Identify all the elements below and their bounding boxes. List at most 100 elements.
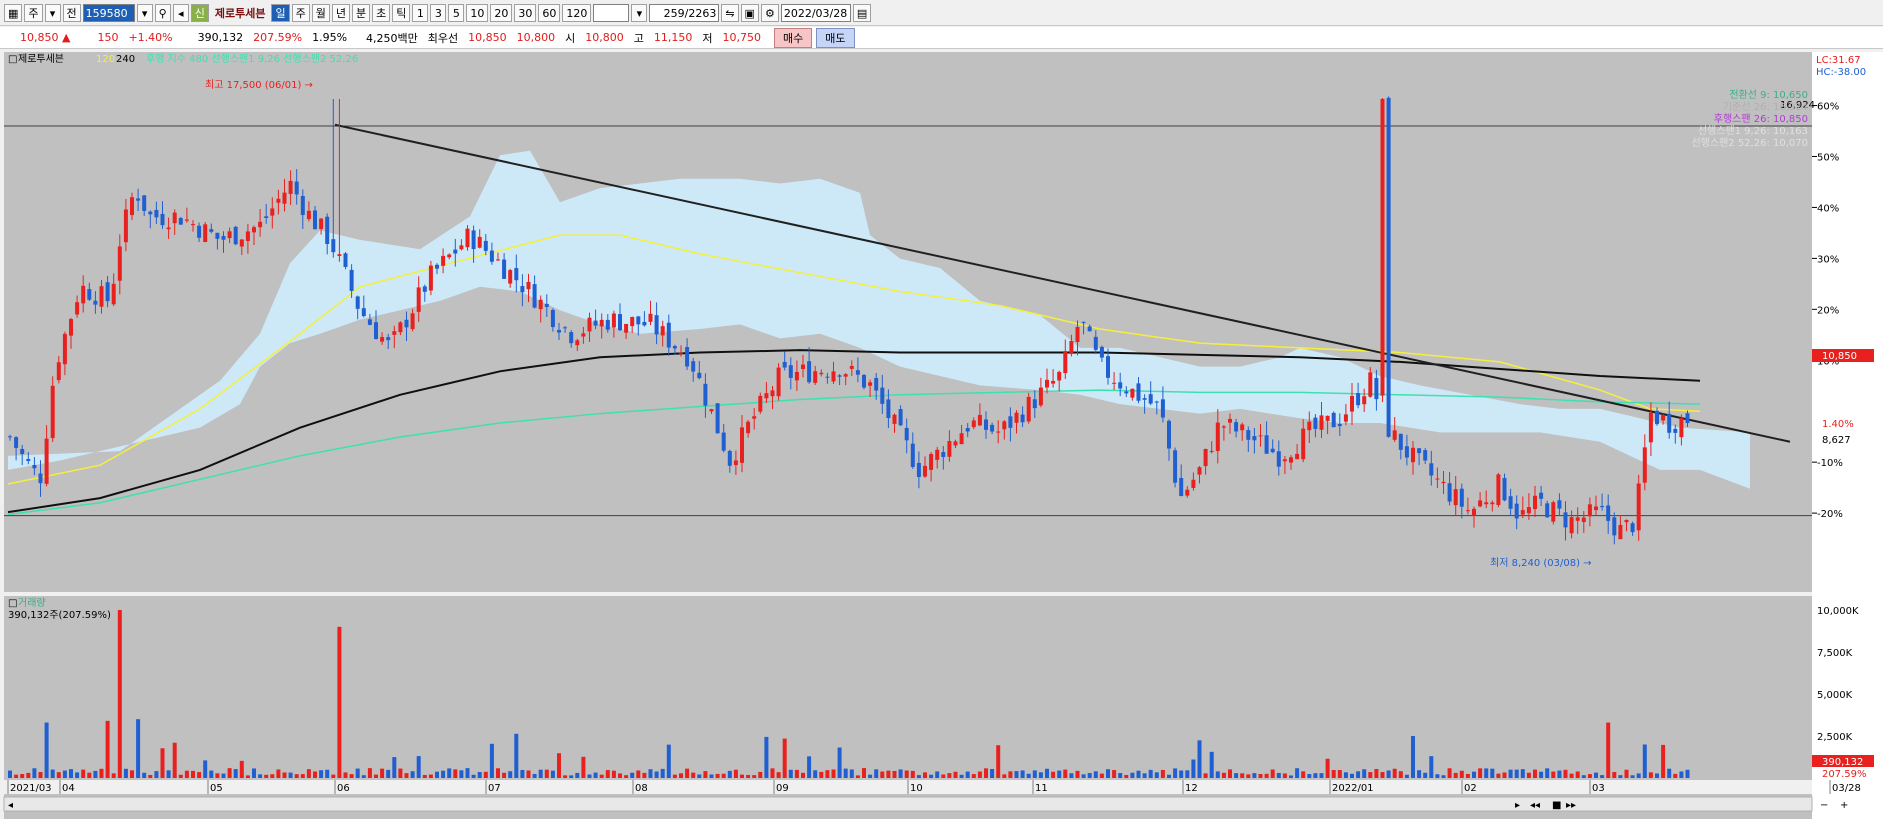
candle-body bbox=[770, 390, 775, 397]
candle-body bbox=[1679, 418, 1684, 438]
volume-bar bbox=[1411, 736, 1415, 778]
pct-tick-current: 1.40% bbox=[1822, 419, 1854, 430]
candle-body bbox=[435, 264, 439, 269]
volume-bar bbox=[1642, 744, 1647, 778]
stock-code-input[interactable]: 159580 bbox=[82, 3, 135, 22]
stop-icon[interactable]: ■ bbox=[1552, 800, 1561, 811]
step-forward-icon[interactable]: ▸▸ bbox=[1566, 800, 1576, 811]
candle-body bbox=[221, 236, 226, 240]
volume-bar bbox=[282, 772, 287, 778]
link-icon[interactable]: ⇋ bbox=[721, 3, 739, 22]
minute-120[interactable]: 120 bbox=[562, 3, 592, 22]
pct-tick-label: 30% bbox=[1817, 254, 1839, 265]
volume-bar bbox=[1496, 773, 1501, 778]
volume-bar bbox=[258, 774, 263, 778]
candle-body bbox=[764, 393, 769, 399]
search-icon[interactable]: ⚲ bbox=[154, 3, 171, 22]
volume-bar bbox=[532, 773, 537, 778]
candle-body bbox=[916, 462, 921, 477]
candle-body bbox=[337, 254, 342, 256]
candle-body bbox=[93, 300, 98, 305]
candle-body bbox=[416, 287, 421, 312]
volume-bar bbox=[1661, 744, 1666, 778]
candle-body bbox=[502, 259, 507, 279]
candle-body bbox=[642, 321, 647, 326]
minute-5[interactable]: 5 bbox=[448, 3, 465, 22]
minute-10[interactable]: 10 bbox=[466, 3, 489, 22]
period-tick[interactable]: 틱 bbox=[392, 3, 411, 22]
sound-icon[interactable]: ◂ bbox=[172, 3, 189, 22]
volume-bar bbox=[971, 774, 976, 778]
candle-body bbox=[1667, 413, 1672, 433]
calendar-icon[interactable]: ▤ bbox=[852, 3, 872, 22]
interval-dropdown-icon[interactable]: ▾ bbox=[631, 3, 648, 22]
volume-bar bbox=[38, 772, 43, 778]
period-day[interactable]: 일 bbox=[271, 3, 290, 22]
candle-body bbox=[1118, 382, 1123, 389]
period-second[interactable]: 초 bbox=[372, 3, 391, 22]
layout-icon[interactable]: ▦ bbox=[4, 3, 23, 22]
prev-button[interactable]: 전 bbox=[62, 3, 81, 22]
volume-bar bbox=[874, 769, 879, 778]
volume-bar bbox=[1343, 772, 1348, 778]
volume-bar bbox=[514, 733, 519, 778]
volume-bar bbox=[1301, 771, 1306, 778]
volume-tick-label: 10,000K bbox=[1817, 606, 1859, 617]
volume-bar bbox=[1075, 770, 1080, 778]
candle-body bbox=[880, 387, 885, 404]
period-minute[interactable]: 분 bbox=[351, 3, 371, 22]
chevron-down-icon[interactable]: ▾ bbox=[44, 3, 61, 22]
step-back-icon[interactable]: ◂◂ bbox=[1530, 800, 1540, 811]
sell-button[interactable]: 매도 bbox=[816, 27, 855, 48]
candle-body bbox=[32, 464, 37, 469]
period-month[interactable]: 월 bbox=[311, 3, 330, 22]
candle-body bbox=[1258, 435, 1263, 437]
candle-body bbox=[593, 320, 598, 326]
chart-area[interactable]: □ 제로투세븐 120 240 후행 지수 480 선행스팬1 9,26 선행스… bbox=[0, 50, 1883, 819]
candle-body bbox=[1038, 387, 1043, 406]
volume-bar bbox=[837, 747, 842, 778]
custom-interval-input[interactable] bbox=[593, 3, 630, 22]
candle-body bbox=[758, 395, 763, 412]
minute-1[interactable]: 1 bbox=[412, 3, 429, 22]
volume-bar bbox=[801, 772, 805, 778]
volume-bar bbox=[355, 768, 360, 778]
volume-bar bbox=[1557, 770, 1562, 778]
settings-icon[interactable]: ⚙ bbox=[760, 3, 779, 22]
zoom-out-icon[interactable]: − bbox=[1820, 800, 1828, 811]
volume-bar bbox=[703, 771, 708, 778]
period-year[interactable]: 년 bbox=[331, 3, 350, 22]
period-week[interactable]: 주 bbox=[291, 3, 310, 22]
dropdown-icon[interactable]: ▾ bbox=[136, 3, 153, 22]
candle-body bbox=[1618, 524, 1623, 540]
candle-body bbox=[526, 281, 531, 290]
candle-body bbox=[1563, 512, 1568, 528]
current-price-tag: 10,850 bbox=[1822, 351, 1857, 362]
save-icon[interactable]: ▣ bbox=[740, 3, 759, 22]
date-input[interactable]: 2022/03/28 bbox=[780, 3, 851, 22]
scrollbar[interactable] bbox=[3, 796, 1813, 812]
candle-body bbox=[1600, 506, 1605, 508]
volume-bar bbox=[489, 743, 494, 778]
scroll-left-icon[interactable]: ◂ bbox=[8, 800, 13, 811]
candle-body bbox=[1014, 412, 1019, 423]
volume-bar bbox=[715, 773, 720, 778]
volume-bar bbox=[575, 772, 580, 778]
candle-body bbox=[99, 286, 104, 307]
candle-body bbox=[862, 374, 866, 388]
buy-button[interactable]: 매수 bbox=[774, 27, 813, 48]
candle-body bbox=[410, 313, 415, 330]
minute-3[interactable]: 3 bbox=[430, 3, 447, 22]
scroll-right-icon[interactable]: ▸ bbox=[1515, 800, 1520, 811]
minute-20[interactable]: 20 bbox=[490, 3, 513, 22]
candle-body bbox=[313, 210, 317, 230]
minute-60[interactable]: 60 bbox=[538, 3, 561, 22]
x-axis-label: 06 bbox=[337, 783, 350, 794]
volume-bar bbox=[1581, 775, 1586, 778]
candle-body bbox=[1002, 421, 1007, 430]
period-prefix[interactable]: 주 bbox=[24, 3, 43, 22]
page-counter[interactable]: 259/2263 bbox=[649, 3, 720, 22]
zoom-in-icon[interactable]: + bbox=[1840, 800, 1848, 811]
candle-body bbox=[197, 225, 202, 238]
minute-30[interactable]: 30 bbox=[514, 3, 537, 22]
